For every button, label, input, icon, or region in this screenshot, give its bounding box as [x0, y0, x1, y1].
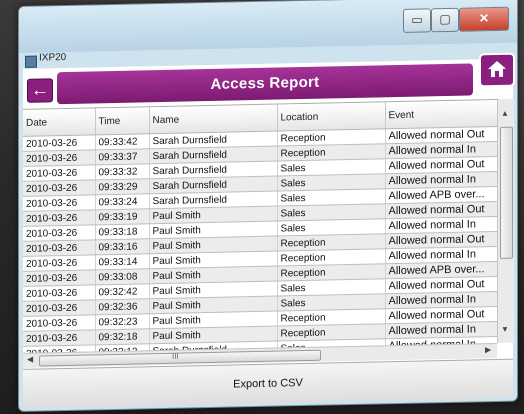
cell-time: 09:33:37 [95, 148, 149, 165]
cell-date: 2010-03-26 [23, 239, 95, 257]
cell-time: 09:32:42 [95, 283, 149, 300]
cell-time: 09:32:23 [95, 313, 149, 330]
column-header-name[interactable]: Name [149, 104, 277, 134]
cell-date: 2010-03-26 [23, 209, 95, 227]
scroll-up-icon[interactable]: ▲ [501, 109, 509, 118]
access-table-container: Date Time Name Location Event 2010-03-26 09:3… [23, 98, 497, 354]
vertical-scrollbar[interactable]: ▲ ▼ [497, 98, 514, 343]
cell-time: 09:33:18 [95, 223, 149, 240]
column-header-time[interactable]: Time [95, 107, 149, 135]
cell-date: 2010-03-26 [23, 224, 95, 242]
home-icon [488, 60, 506, 78]
cell-time: 09:32:18 [95, 328, 149, 345]
scroll-right-icon[interactable]: ▶ [485, 345, 491, 354]
vertical-scroll-thumb[interactable] [500, 126, 513, 259]
app-icon [25, 55, 37, 68]
cell-time: 09:33:14 [95, 253, 149, 270]
cell-date: 2010-03-26 [23, 179, 95, 197]
cell-time: 09:33:16 [95, 238, 149, 255]
scroll-down-icon[interactable]: ▼ [501, 325, 509, 334]
export-csv-button[interactable]: Export to CSV [193, 372, 343, 395]
page-title: Access Report [210, 73, 320, 93]
cell-time: 09:33:19 [95, 208, 149, 225]
header-bar: Access Report [57, 63, 473, 105]
report-content: ← Access Report Date Time Name Location Eve [23, 52, 515, 408]
scroll-grip-icon: III [172, 351, 179, 361]
cell-time: 09:33:42 [95, 133, 149, 150]
cell-date: 2010-03-26 [23, 194, 95, 212]
cell-date: 2010-03-26 [23, 314, 95, 332]
column-header-date[interactable]: Date [23, 108, 95, 137]
minimize-button[interactable]: ▭ [403, 8, 431, 33]
cell-time: 09:33:29 [95, 178, 149, 195]
scroll-left-icon[interactable]: ◀ [27, 355, 33, 364]
cell-time: 09:33:24 [95, 193, 149, 210]
cell-date: 2010-03-26 [23, 269, 95, 287]
window-title: IXP20 [39, 51, 67, 64]
column-header-event[interactable]: Event [385, 99, 497, 129]
maximize-button[interactable]: ▢ [431, 7, 459, 33]
cell-time: 09:32:36 [95, 298, 149, 315]
cell-date: 2010-03-26 [23, 134, 95, 152]
column-header-location[interactable]: Location [277, 102, 385, 132]
cell-date: 2010-03-26 [23, 284, 95, 302]
table-body: 2010-03-26 09:33:42 Sarah Durnsfield Recept… [23, 126, 497, 354]
cell-date: 2010-03-26 [23, 254, 95, 272]
cell-time: 09:33:08 [95, 268, 149, 285]
cell-date: 2010-03-26 [23, 299, 95, 317]
back-arrow-icon: ← [31, 79, 49, 100]
back-button[interactable]: ← [27, 78, 53, 103]
cell-date: 2010-03-26 [23, 149, 95, 167]
app-window: IXP20 ▭ ▢ ✕ ← Access Report Date Time Na… [18, 0, 518, 413]
access-table: Date Time Name Location Event 2010-03-26 09:3… [23, 99, 497, 354]
close-button[interactable]: ✕ [459, 6, 509, 32]
cell-date: 2010-03-26 [23, 164, 95, 182]
cell-date: 2010-03-26 [23, 329, 95, 347]
cell-time: 09:33:32 [95, 163, 149, 180]
home-button[interactable] [479, 52, 515, 88]
